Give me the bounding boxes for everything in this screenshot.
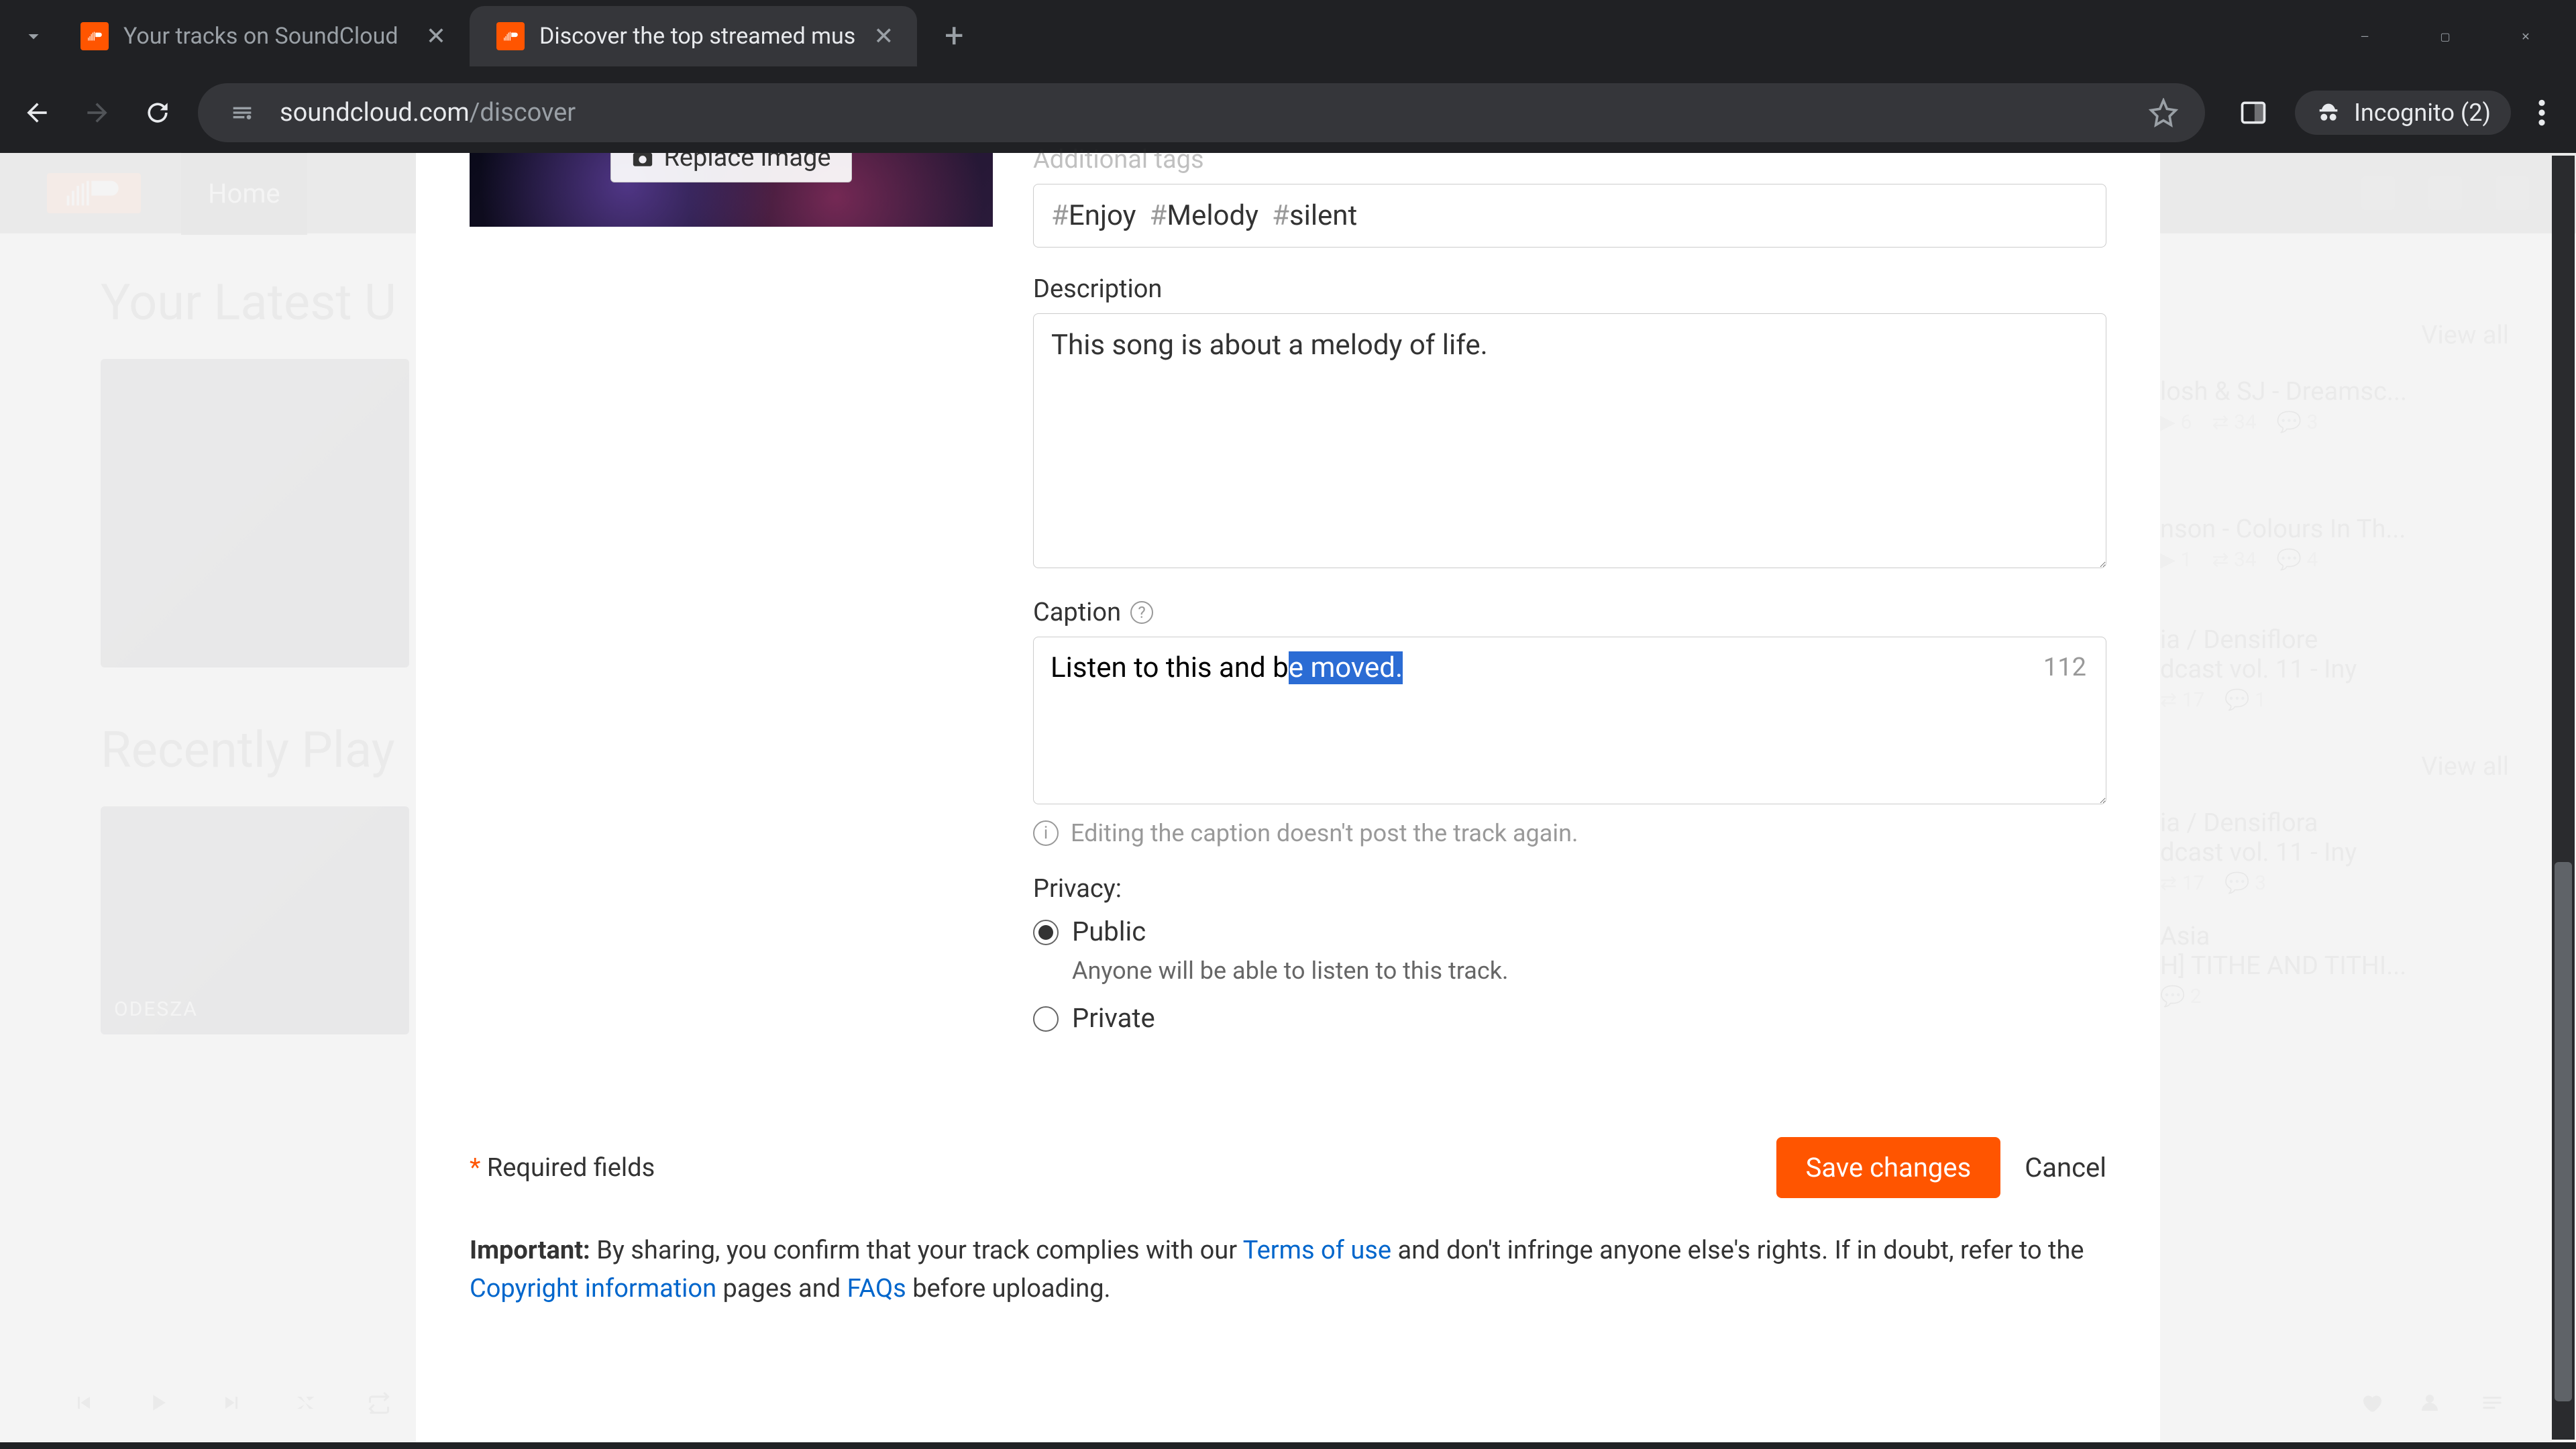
- close-icon[interactable]: ✕: [423, 23, 449, 50]
- new-tab-button[interactable]: +: [930, 13, 977, 60]
- tab-bar: Your tracks on SoundCloud ✕ Discover the…: [0, 0, 2576, 72]
- soundcloud-favicon: [496, 22, 525, 50]
- window-controls: — ▢ ✕: [2348, 30, 2563, 43]
- edit-track-modal: Replace image Additional tags #Enjoy #Me…: [416, 153, 2160, 1442]
- arrow-left-icon: [22, 98, 52, 127]
- incognito-icon: [2315, 99, 2342, 126]
- terms-of-use-link[interactable]: Terms of use: [1243, 1236, 1391, 1265]
- incognito-badge[interactable]: Incognito (2): [2295, 91, 2511, 135]
- camera-icon: [631, 153, 654, 169]
- maximize-button[interactable]: ▢: [2428, 30, 2462, 43]
- url-text: soundcloud.com/discover: [280, 98, 2129, 127]
- back-button[interactable]: [17, 93, 57, 133]
- scrollbar-thumb[interactable]: [2555, 862, 2572, 1401]
- bookmark-star-icon[interactable]: [2149, 98, 2178, 127]
- save-changes-button[interactable]: Save changes: [1776, 1137, 2001, 1198]
- required-fields-note: * Required fields: [470, 1153, 655, 1183]
- tab-title: Your tracks on SoundCloud: [123, 23, 408, 50]
- privacy-private-option[interactable]: Private: [1033, 1002, 2106, 1034]
- toolbar-right: Incognito (2): [2225, 91, 2559, 135]
- browser-menu-icon[interactable]: [2538, 98, 2546, 127]
- reload-button[interactable]: [138, 93, 178, 133]
- minimize-button[interactable]: —: [2348, 30, 2381, 43]
- cancel-button[interactable]: Cancel: [2025, 1152, 2106, 1183]
- page-viewport: Home Your Latest U Recently Play ODESZA …: [0, 153, 2576, 1442]
- tab-discover[interactable]: Discover the top streamed mus ✕: [470, 6, 917, 66]
- close-window-button[interactable]: ✕: [2509, 30, 2542, 43]
- tab-search-dropdown[interactable]: [13, 16, 54, 56]
- chevron-down-icon: [21, 24, 46, 48]
- description-textarea[interactable]: [1033, 313, 2106, 568]
- caption-textarea[interactable]: [1033, 637, 2106, 804]
- caption-char-count: 112: [2043, 653, 2086, 682]
- url-field[interactable]: soundcloud.com/discover: [198, 83, 2205, 142]
- address-bar: soundcloud.com/discover Incognito (2): [0, 72, 2576, 153]
- forward-button[interactable]: [77, 93, 117, 133]
- privacy-label: Privacy:: [1033, 874, 2106, 904]
- replace-image-button[interactable]: Replace image: [610, 153, 851, 182]
- additional-tags-input[interactable]: #Enjoy #Melody #silent: [1033, 184, 2106, 248]
- help-icon[interactable]: ?: [1130, 601, 1153, 624]
- caption-label: Caption ?: [1033, 598, 2106, 627]
- arrow-right-icon: [83, 98, 112, 127]
- modal-footer: * Required fields Save changes Cancel: [470, 1137, 2106, 1232]
- site-settings-icon[interactable]: [225, 95, 260, 130]
- public-description: Anyone will be able to listen to this tr…: [1072, 957, 2106, 985]
- tab-your-tracks[interactable]: Your tracks on SoundCloud ✕: [54, 6, 470, 66]
- copyright-info-link[interactable]: Copyright information: [470, 1274, 716, 1303]
- additional-tags-label: Additional tags: [1033, 145, 2106, 174]
- faqs-link[interactable]: FAQs: [847, 1274, 906, 1303]
- info-icon: i: [1033, 820, 1059, 846]
- side-panel-icon[interactable]: [2239, 98, 2268, 127]
- privacy-public-option[interactable]: Public: [1033, 916, 2106, 947]
- reload-icon: [143, 98, 172, 127]
- privacy-section: Privacy: Public Anyone will be able to l…: [1033, 874, 2106, 1034]
- description-label: Description: [1033, 274, 2106, 304]
- soundcloud-favicon: [80, 22, 109, 50]
- browser-chrome: Your tracks on SoundCloud ✕ Discover the…: [0, 0, 2576, 153]
- upload-disclaimer: Important: By sharing, you confirm that …: [470, 1232, 2106, 1308]
- radio-public[interactable]: [1033, 920, 1059, 945]
- page-scrollbar[interactable]: [2552, 156, 2575, 1440]
- radio-private[interactable]: [1033, 1006, 1059, 1032]
- tab-title: Discover the top streamed mus: [539, 23, 855, 50]
- close-icon[interactable]: ✕: [870, 23, 897, 50]
- track-cover-image: Replace image: [470, 153, 993, 227]
- caption-hint: i Editing the caption doesn't post the t…: [1033, 819, 2106, 847]
